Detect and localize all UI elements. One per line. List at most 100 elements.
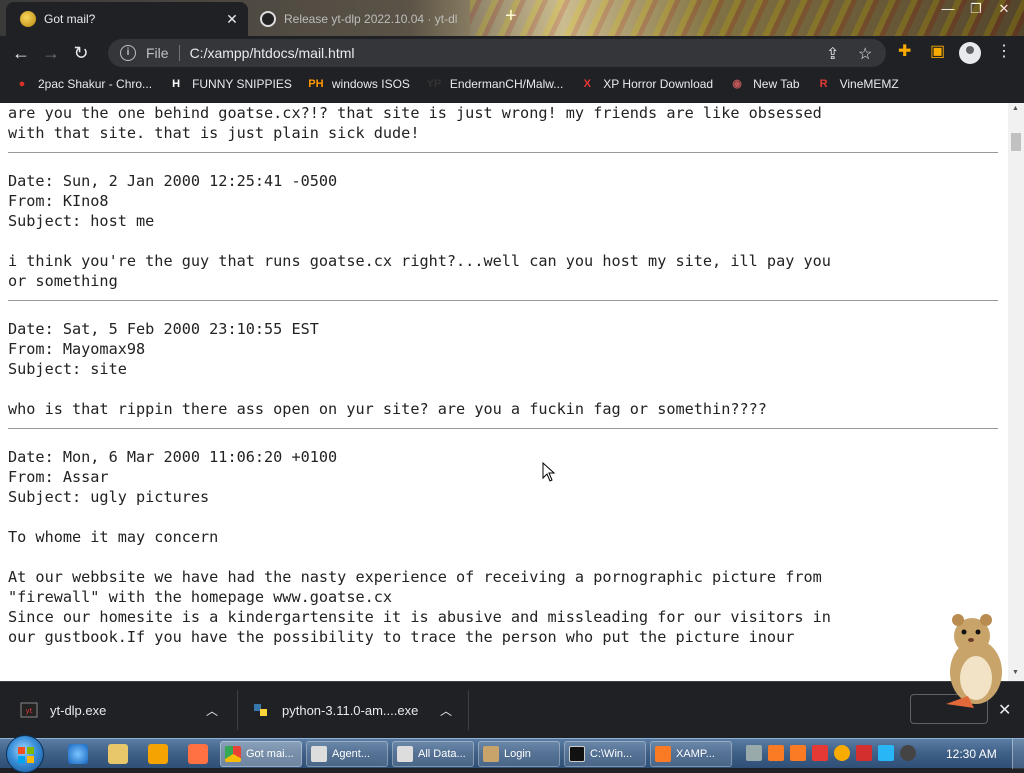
download-item-python[interactable]: python-3.11.0-am....exe ︿ (252, 698, 452, 722)
taskbar-all-data[interactable]: All Data... (392, 741, 474, 767)
mail-date: Date: Sat, 5 Feb 2000 23:10:55 EST (8, 320, 319, 338)
message-divider (8, 428, 998, 429)
tray-app-icon[interactable] (746, 745, 762, 761)
mail-body-line: or something (8, 272, 118, 290)
minimize-button[interactable]: — (934, 0, 962, 20)
chrome-icon (225, 746, 241, 762)
download-filename: yt-dlp.exe (50, 702, 107, 718)
taskbar-login[interactable]: Login (478, 741, 560, 767)
tray-search-icon[interactable] (834, 745, 850, 761)
vertical-scrollbar[interactable]: ▲ ▼ (1008, 103, 1024, 681)
bookmark-item[interactable]: ● 2pac Shakur - Chro... (14, 76, 152, 92)
command-prompt-icon (569, 746, 585, 762)
url-text[interactable]: C:/xampp/htdocs/mail.html (190, 45, 355, 61)
bookmark-label: XP Horror Download (603, 77, 714, 91)
hamster-desktop-pet-icon[interactable] (938, 612, 1010, 712)
mail-body-line: i think you're the guy that runs goatse.… (8, 252, 831, 270)
mail-body-line: To whome it may concern (8, 528, 219, 546)
browser-toolbar: ← → ↻ i File C:/xampp/htdocs/mail.html ⇪… (0, 36, 1024, 70)
bookmark-label: EndermanCH/Malw... (449, 77, 564, 91)
tab-title: Release yt-dlp 2022.10.04 · yt-dl (284, 12, 458, 26)
mail-body-line (8, 547, 1008, 567)
tray-network-icon[interactable] (878, 745, 894, 761)
bookmarks-bar: ● 2pac Shakur - Chro... H FUNNY SNIPPIES PH w… (0, 70, 1024, 98)
python-installer-icon (254, 704, 267, 716)
maximize-button[interactable]: ❐ (962, 0, 990, 20)
internet-explorer-icon[interactable] (68, 744, 88, 764)
mail-date: Date: Mon, 6 Mar 2000 11:06:20 +0100 (8, 448, 338, 466)
bookmark-favicon-icon: X (583, 78, 591, 90)
task-label: Login (504, 748, 531, 760)
bookmark-favicon-icon: YP (426, 78, 442, 90)
xampp-quick-icon[interactable] (188, 744, 208, 764)
task-label: XAMP... (676, 748, 715, 760)
mail-subject: Subject: ugly pictures (8, 488, 210, 506)
svg-text:yt: yt (26, 707, 33, 715)
tray-v-icon[interactable] (812, 745, 828, 761)
media-player-icon[interactable] (148, 744, 168, 764)
task-label: All Data... (418, 748, 466, 760)
mail-body-line: our gustbook.If you have the possibility… (8, 628, 795, 646)
share-icon[interactable]: ⇪ (826, 44, 839, 64)
bookmark-label: VineMEMZ (839, 77, 899, 91)
bookmark-item[interactable]: PH windows ISOS (308, 76, 410, 92)
taskbar-clock[interactable]: 12:30 AM (946, 747, 997, 761)
message-divider (8, 300, 998, 301)
bookmark-favicon-icon: H (172, 78, 181, 90)
scheme-label: File (146, 45, 169, 61)
scrollbar-thumb[interactable] (1011, 133, 1021, 151)
mail-body-line: who is that rippin there ass open on yur… (8, 400, 767, 418)
tray-xampp-icon[interactable] (790, 745, 806, 761)
new-tab-button[interactable]: + (500, 6, 522, 28)
extensions-puzzle-icon[interactable]: ✚ (898, 41, 911, 61)
show-desktop-button[interactable] (1012, 739, 1024, 769)
scroll-down-arrow-icon[interactable]: ▼ (1012, 669, 1019, 676)
explorer-folder-icon[interactable] (108, 744, 128, 764)
tab-yt-dlp-release[interactable]: Release yt-dlp 2022.10.04 · yt-dl (250, 2, 486, 36)
tab-close-icon[interactable]: ✕ (222, 11, 242, 28)
address-bar[interactable]: i File C:/xampp/htdocs/mail.html ⇪ ☆ (108, 39, 886, 67)
bookmark-item[interactable]: ◉ New Tab (729, 76, 799, 92)
tab-got-mail[interactable]: Got mail? ✕ (6, 2, 248, 36)
menu-kebab-icon[interactable]: ⋮ (996, 41, 1012, 61)
mail-body-line: At our webbsite we have had the nasty ex… (8, 568, 822, 586)
taskbar-agent[interactable]: Agent... (306, 741, 388, 767)
taskbar-xampp[interactable]: XAMP... (650, 741, 732, 767)
reload-button[interactable]: ↻ (66, 38, 96, 68)
message-divider (8, 152, 998, 153)
bookmark-favicon-icon: ◉ (732, 78, 742, 90)
close-window-button[interactable]: ✕ (990, 0, 1018, 20)
scroll-up-arrow-icon[interactable]: ▲ (1012, 105, 1019, 112)
tray-xampp-icon[interactable] (768, 745, 784, 761)
mail-from: From: Mayomax98 (8, 340, 146, 358)
download-item-yt-dlp[interactable]: yt yt-dlp.exe ︿ (20, 698, 218, 722)
bookmark-item[interactable]: R VineMEMZ (816, 76, 899, 92)
smiley-favicon-icon (20, 11, 36, 27)
bookmark-item[interactable]: YP EndermanCH/Malw... (426, 76, 564, 92)
site-info-icon[interactable]: i (120, 45, 136, 61)
mail-from: From: KIno8 (8, 192, 109, 210)
bookmark-item[interactable]: H FUNNY SNIPPIES (168, 76, 292, 92)
github-favicon-icon (260, 11, 276, 27)
chevron-up-icon[interactable]: ︿ (440, 702, 452, 719)
bookmark-star-icon[interactable]: ☆ (858, 44, 872, 64)
side-panel-icon[interactable]: ▣ (930, 41, 945, 61)
bookmark-item[interactable]: X XP Horror Download (579, 76, 714, 92)
tray-flag-icon[interactable] (856, 745, 872, 761)
tray-volume-icon[interactable] (900, 745, 916, 761)
exe-file-icon: yt (20, 702, 38, 718)
profile-avatar-icon[interactable] (959, 42, 981, 64)
bookmark-label: New Tab (753, 77, 800, 91)
xampp-icon (655, 746, 671, 762)
forward-button[interactable]: → (36, 38, 66, 68)
start-button[interactable] (6, 735, 44, 773)
chevron-up-icon[interactable]: ︿ (206, 702, 218, 719)
taskbar-chrome-got-mail[interactable]: Got mai... (220, 741, 302, 767)
taskbar-cmd[interactable]: C:\Win... (564, 741, 646, 767)
mail-from: From: Assar (8, 468, 109, 486)
back-button[interactable]: ← (6, 38, 36, 68)
user-icon (483, 746, 499, 762)
bookmark-favicon-icon: ● (18, 78, 26, 90)
